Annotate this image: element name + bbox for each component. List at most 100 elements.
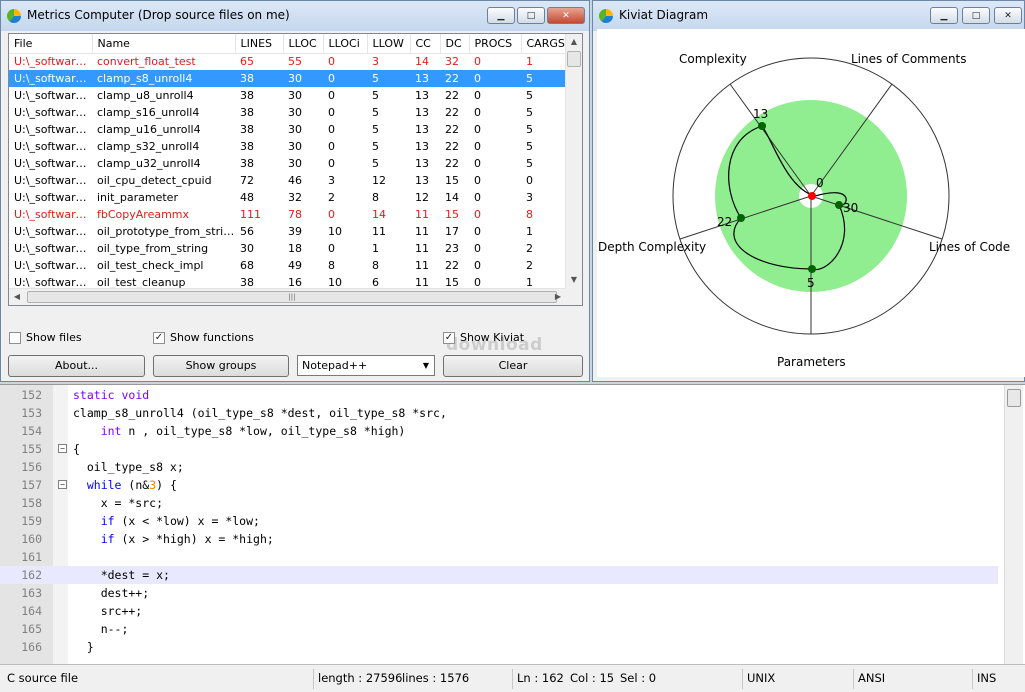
scroll-down-icon[interactable]: ▼ (566, 272, 582, 288)
fold-toggle-icon[interactable]: − (58, 480, 67, 489)
code-line[interactable]: 166 } (0, 638, 998, 656)
table-row[interactable]: U:\_software... clamp_s8_unroll4 38 30 0 5 13 2… (9, 70, 567, 87)
table-cell: 38 (240, 106, 254, 119)
table-cell: 0 (474, 89, 481, 102)
table-cell: clamp_s16_unroll4 (97, 106, 200, 119)
editor-select-value: Notepad++ (302, 359, 368, 372)
code-line[interactable]: 153 clamp_s8_unroll4 (oil_type_s8 *dest, … (0, 404, 998, 422)
checkbox-box[interactable]: ✓ (443, 331, 455, 344)
column-header[interactable]: LLOCi (323, 34, 368, 54)
scrollbar-thumb[interactable]: ||| (27, 291, 557, 303)
table-cell: 0 (474, 174, 481, 187)
table-cell: U:\_software... (14, 174, 92, 187)
column-header[interactable]: Name (92, 34, 236, 54)
table-cell: 0 (328, 242, 335, 255)
status-insert-mode: INS (972, 669, 996, 689)
table-row[interactable]: U:\_software... oil_type_from_string 30 18 0… (9, 240, 567, 257)
code-text: clamp_s8_unroll4 (oil_type_s8 *dest, oil… (73, 406, 447, 420)
table-cell: 13 (415, 106, 429, 119)
chevron-down-icon[interactable]: ▼ (418, 356, 434, 375)
table-cell: 0 (328, 89, 335, 102)
scrollbar-thumb[interactable] (1007, 389, 1021, 407)
checkbox-box[interactable]: ✓ (153, 331, 165, 344)
code-line[interactable]: 160 if (x > *high) x = *high; (0, 530, 998, 548)
table-row[interactable]: U:\_software... clamp_u8_unroll4 38 30 0 5 13 2… (9, 87, 567, 104)
table-row[interactable]: U:\_software... convert_float_test 65 55 0 3 1… (9, 53, 567, 70)
fold-toggle-icon[interactable]: − (58, 444, 67, 453)
column-header[interactable]: CARGS (521, 34, 568, 54)
column-header[interactable]: PROCS (469, 34, 522, 54)
table-cell: 30 (288, 140, 302, 153)
table-row[interactable]: U:\_software... oil_prototype_from_string… (9, 223, 567, 240)
table-cell: 3 (328, 174, 335, 187)
table-cell: clamp_s32_unroll4 (97, 140, 200, 153)
table-row[interactable]: U:\_software... clamp_u16_unroll4 38 30 0 5 13… (9, 121, 567, 138)
table-horizontal-scrollbar[interactable]: ◀ ||| ▶ (9, 288, 566, 305)
table-cell: 2 (328, 191, 335, 204)
code-line[interactable]: 162 *dest = x; (0, 566, 998, 584)
table-cell: 5 (526, 157, 533, 170)
editor-vertical-scrollbar[interactable] (1004, 385, 1023, 664)
table-cell: U:\_software... (9, 70, 92, 87)
code-line[interactable]: 155 −{ (0, 440, 998, 458)
column-header[interactable]: DC (440, 34, 470, 54)
scroll-up-icon[interactable]: ▲ (566, 34, 582, 50)
table-row[interactable]: U:\_software... oil_test_check_impl 68 49 8 8… (9, 257, 567, 274)
code-line[interactable]: 164 src++; (0, 602, 998, 620)
code-line[interactable]: 156 oil_type_s8 x; (0, 458, 998, 476)
label-parameters: Parameters (777, 355, 846, 369)
column-header[interactable]: CC (410, 34, 441, 54)
show-functions-checkbox[interactable]: ✓ Show functions (153, 331, 254, 344)
about-button[interactable]: About... (8, 355, 145, 377)
code-line[interactable]: 159 if (x < *low) x = *low; (0, 512, 998, 530)
editor-select[interactable]: Notepad++ ▼ (297, 355, 435, 376)
show-functions-label: Show functions (170, 331, 254, 344)
point-parameters (808, 265, 816, 273)
code-line[interactable]: 157 − while (n&3) { (0, 476, 998, 494)
code-editor[interactable]: 152 static void 153 clamp_s8_unroll4 (oil_t… (0, 384, 1025, 664)
metrics-table[interactable]: File Name LINES LLOC LLOCi LLOW CC DC PROCS CARGS… (8, 33, 583, 306)
minimize-button[interactable]: ▁ (930, 7, 958, 24)
scroll-left-icon[interactable]: ◀ (9, 289, 25, 305)
maximize-button[interactable]: □ (517, 7, 545, 24)
column-header[interactable]: LLOW (367, 34, 411, 54)
clear-button[interactable]: Clear (443, 355, 583, 377)
code-line[interactable]: 163 dest++; (0, 584, 998, 602)
table-row[interactable]: U:\_software... oil_cpu_detect_cpuid 72 46 3… (9, 172, 567, 189)
table-cell: 0 (474, 140, 481, 153)
table-cell: 22 (445, 259, 459, 272)
table-cell: 5 (521, 70, 567, 87)
table-cell: 32 (288, 191, 302, 204)
scroll-right-icon[interactable]: ▶ (550, 289, 566, 305)
code-line[interactable]: 152 static void (0, 386, 998, 404)
table-vertical-scrollbar[interactable]: ▲ ▼ (565, 34, 582, 305)
code-line[interactable]: 165 n--; (0, 620, 998, 638)
show-files-checkbox[interactable]: Show files (9, 331, 82, 344)
code-line[interactable]: 161 (0, 548, 998, 566)
close-button[interactable]: ✕ (994, 7, 1022, 24)
code-line[interactable]: 154 int n , oil_type_s8 *low, oil_type_s… (0, 422, 998, 440)
table-cell: 38 (240, 157, 254, 170)
show-kiviat-checkbox[interactable]: ✓ Show Kiviat (443, 331, 524, 344)
column-header[interactable]: File (9, 34, 93, 54)
table-cell: 22 (445, 123, 459, 136)
minimize-button[interactable]: ▁ (487, 7, 515, 24)
code-line[interactable]: 158 x = *src; (0, 494, 998, 512)
table-row[interactable]: U:\_software... init_parameter 48 32 2 8 12 14 0… (9, 189, 567, 206)
table-row[interactable]: U:\_software... clamp_u32_unroll4 38 30 0 5 13… (9, 155, 567, 172)
scrollbar-thumb[interactable] (567, 51, 581, 67)
table-cell: 13 (415, 140, 429, 153)
table-cell: 13 (415, 157, 429, 170)
checkbox-box[interactable] (9, 331, 21, 344)
close-button[interactable]: ✕ (547, 7, 585, 24)
maximize-button[interactable]: □ (962, 7, 990, 24)
table-row[interactable]: U:\_software... clamp_s16_unroll4 38 30 0 5 13… (9, 104, 567, 121)
kiviat-titlebar[interactable]: Kiviat Diagram ▁ □ ✕ (593, 1, 1024, 31)
table-cell: 8 (328, 259, 335, 272)
table-row[interactable]: U:\_software... clamp_s32_unroll4 38 30 0 5 13… (9, 138, 567, 155)
column-header[interactable]: LINES (235, 34, 284, 54)
table-row[interactable]: U:\_software... fbCopyAreammx 111 78 0 14 11 15… (9, 206, 567, 223)
show-groups-button[interactable]: Show groups (153, 355, 289, 377)
column-header[interactable]: LLOC (283, 34, 324, 54)
metrics-titlebar[interactable]: Metrics Computer (Drop source files on m… (1, 1, 589, 31)
